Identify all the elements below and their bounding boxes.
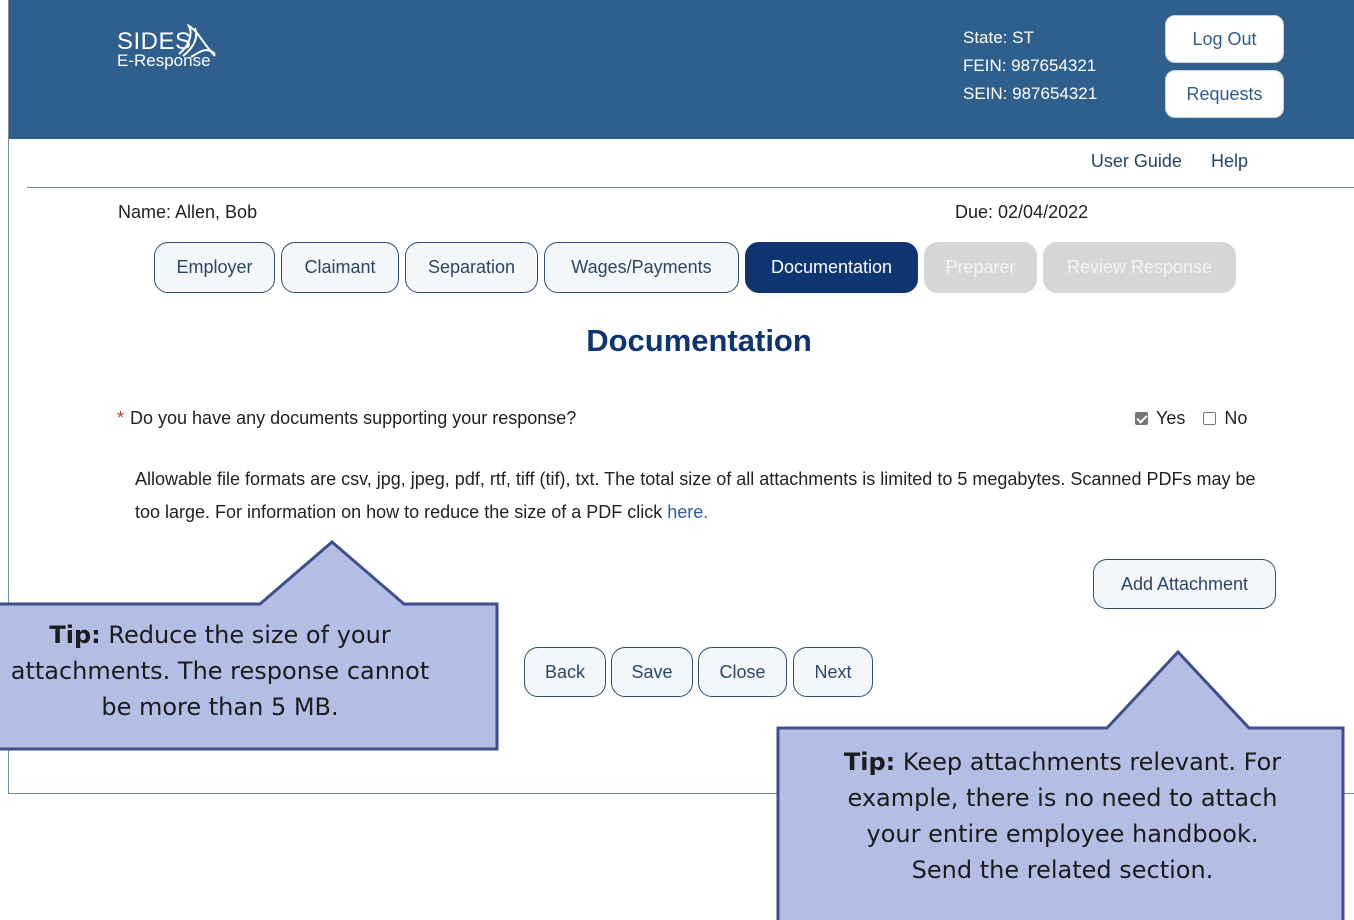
tip1-line2: attachments. The response cannot bbox=[10, 657, 430, 685]
tip2-line3: your entire employee handbook. bbox=[866, 820, 1259, 848]
tip1-line3: be more than 5 MB. bbox=[101, 693, 339, 721]
tip1-line1: Reduce the size of your bbox=[100, 621, 391, 649]
tip-callout-relevant: Tip: Keep attachments relevant. For exam… bbox=[780, 744, 1345, 888]
tip2-line1: Keep attachments relevant. For bbox=[895, 748, 1282, 776]
tip-callout-attachments: Tip: Reduce the size of your attachments… bbox=[0, 617, 500, 725]
tip1-label: Tip: bbox=[49, 621, 101, 649]
tip2-label: Tip: bbox=[843, 748, 896, 776]
tip2-line2: example, there is no need to attach bbox=[847, 784, 1278, 812]
tip2-line4: Send the related section. bbox=[911, 856, 1214, 884]
